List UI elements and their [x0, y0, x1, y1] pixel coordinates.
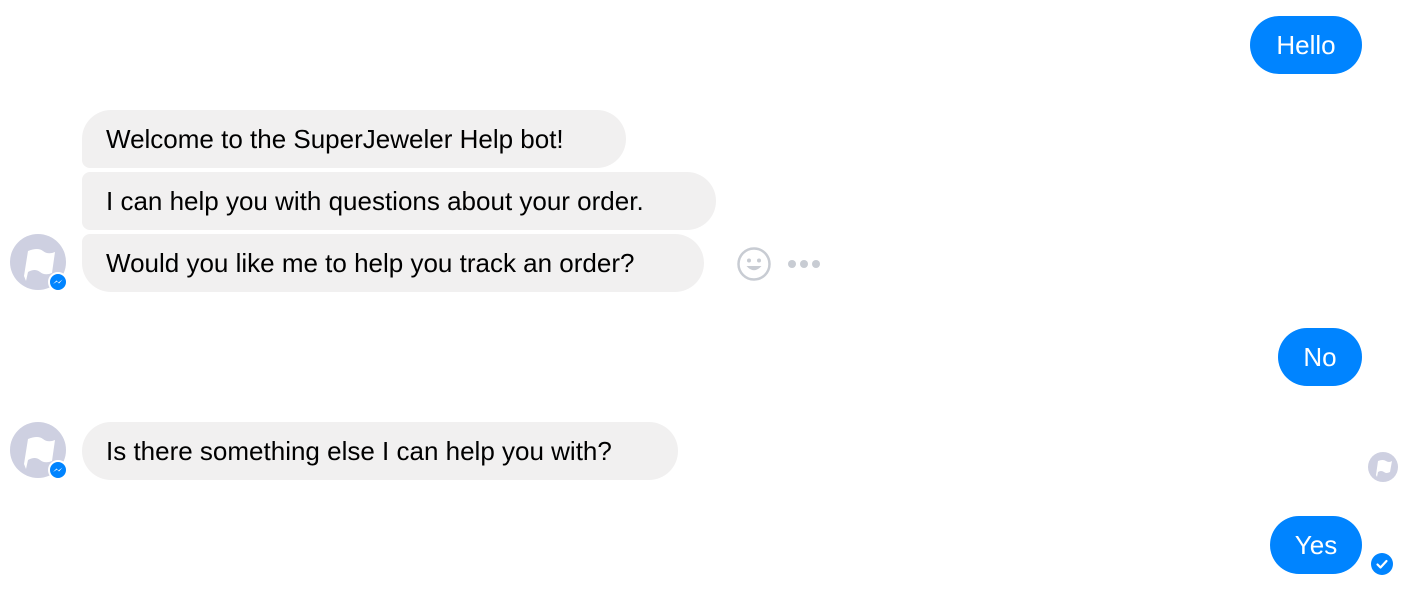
message-bubble-outgoing[interactable]: Hello [1250, 16, 1362, 74]
more-options-icon[interactable] [786, 256, 822, 272]
seen-avatar-icon [1368, 452, 1398, 482]
messenger-badge-icon [48, 272, 68, 292]
smiley-react-icon[interactable] [736, 246, 772, 282]
delivered-check-icon [1371, 553, 1393, 575]
bot-avatar[interactable] [10, 234, 68, 292]
messenger-badge-icon [48, 460, 68, 480]
message-bubble-incoming[interactable]: I can help you with questions about your… [82, 172, 716, 230]
bot-avatar[interactable] [10, 422, 68, 480]
message-bubble-incoming[interactable]: Is there something else I can help you w… [82, 422, 678, 480]
chat-window: Hello Welcome to the SuperJeweler Help b… [0, 0, 1418, 598]
message-bubble-incoming[interactable]: Would you like me to help you track an o… [82, 234, 704, 292]
message-bubble-outgoing[interactable]: Yes [1270, 516, 1362, 574]
message-bubble-outgoing[interactable]: No [1278, 328, 1362, 386]
message-bubble-incoming[interactable]: Welcome to the SuperJeweler Help bot! [82, 110, 626, 168]
